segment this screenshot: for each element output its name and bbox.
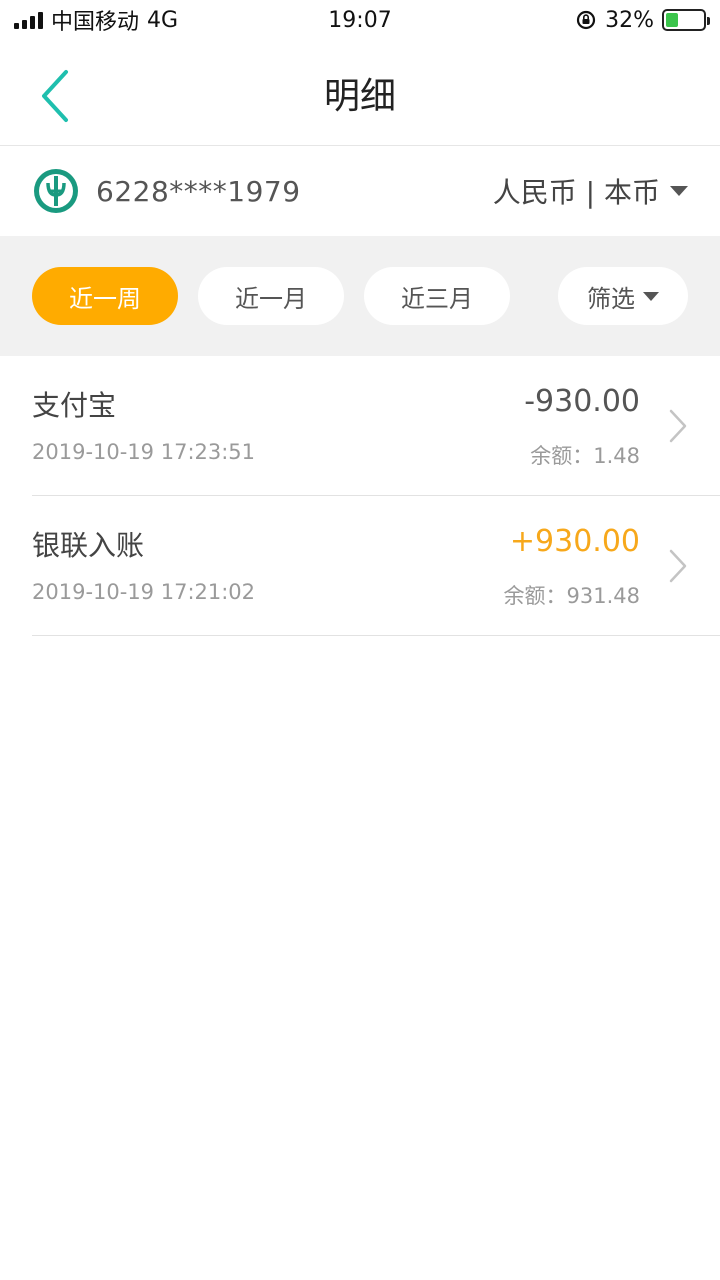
caret-down-icon (670, 186, 688, 196)
filter-bar: 近一周 近一月 近三月 筛选 (0, 236, 720, 356)
period-chip-three-months[interactable]: 近三月 (364, 267, 510, 325)
battery-icon: ⚡ (662, 9, 710, 31)
transaction-name: 银联入账 (32, 529, 145, 562)
transaction-time: 2019-10-19 17:23:51 (32, 440, 256, 464)
period-chip-label: 近三月 (401, 284, 473, 313)
chevron-right-icon (669, 409, 687, 443)
account-row: 6228****1979 人民币 | 本币 (0, 146, 720, 236)
battery-level (666, 13, 678, 27)
status-left: 中国移动 4G (14, 4, 178, 36)
transaction-row[interactable]: 支付宝 2019-10-19 17:23:51 -930.00 余额：1.48 (32, 356, 720, 496)
orientation-lock-icon (576, 10, 596, 30)
carrier-name: 中国移动 (51, 10, 140, 35)
nav-header: 明细 (0, 40, 720, 146)
abc-bank-logo-icon (34, 169, 78, 213)
back-button[interactable] (36, 66, 86, 126)
chevron-left-icon (42, 70, 68, 122)
filter-button[interactable]: 筛选 (558, 267, 688, 325)
currency-selector[interactable]: 人民币 | 本币 (493, 171, 688, 211)
account-info: 6228****1979 (32, 167, 301, 215)
period-chip-label: 近一周 (69, 284, 141, 313)
transaction-balance: 余额：931.48 (503, 584, 640, 608)
transaction-row[interactable]: 银联入账 2019-10-19 17:21:02 +930.00 余额：931.… (32, 496, 720, 636)
charging-bolt-icon: ⚡ (678, 11, 690, 30)
period-chip-month[interactable]: 近一月 (198, 267, 344, 325)
period-chip-label: 近一月 (235, 284, 307, 313)
status-bar: 中国移动 4G 19:07 32% ⚡ (0, 0, 720, 40)
chevron-right-icon (669, 549, 687, 583)
currency-label: 人民币 | 本币 (492, 176, 660, 209)
transaction-time: 2019-10-19 17:21:02 (32, 580, 256, 604)
network-type: 4G (147, 7, 179, 33)
page-title: 明细 (323, 75, 396, 117)
card-number: 6228****1979 (96, 174, 301, 208)
transaction-list: 支付宝 2019-10-19 17:23:51 -930.00 余额：1.48 … (0, 356, 720, 636)
filter-label: 筛选 (587, 284, 635, 313)
transaction-amount: -930.00 (524, 384, 640, 419)
transaction-balance: 余额：1.48 (530, 444, 640, 468)
battery-percent: 32% (605, 7, 654, 33)
transaction-name: 支付宝 (32, 389, 117, 422)
signal-icon (14, 11, 43, 29)
status-right: 32% ⚡ (575, 7, 710, 33)
period-chip-week[interactable]: 近一周 (32, 267, 178, 325)
caret-down-icon (643, 291, 659, 301)
transaction-amount: +930.00 (509, 524, 640, 559)
